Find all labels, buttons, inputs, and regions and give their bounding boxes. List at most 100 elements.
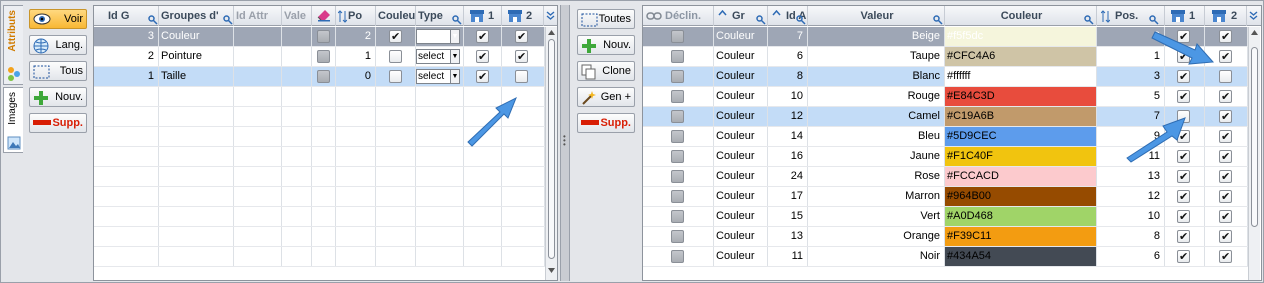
type-select[interactable]: select ▼ [416, 69, 460, 84]
col-value[interactable]: Vale [282, 6, 312, 26]
left-vertical-scrollbar[interactable] [545, 27, 557, 280]
col-pos[interactable]: Pos. [1097, 6, 1165, 26]
table-row[interactable]: 1 Taille 0 select ▼ [94, 67, 545, 87]
col-id-attr-right[interactable]: Id A [768, 6, 808, 26]
table-row[interactable]: Couleur 8 Blanc #ffffff 3 [643, 67, 1248, 87]
valeur-cell: Rouge [808, 87, 945, 106]
type-select-value: select [418, 51, 445, 62]
clone-button[interactable]: Clone [577, 61, 635, 81]
type-select[interactable]: select ▼ [416, 49, 460, 64]
shop-2-checkbox[interactable] [1219, 248, 1232, 266]
col-group-name-label: Groupes d' [161, 10, 219, 22]
group-name-cell: Pointure [159, 47, 234, 66]
empty-cell [336, 247, 376, 266]
shop-1-checkbox[interactable] [1177, 88, 1190, 106]
shop-2-checkbox[interactable] [1219, 188, 1232, 206]
shop-2-checkbox[interactable] [515, 48, 528, 66]
lang-button[interactable]: Lang. [29, 35, 87, 55]
table-row[interactable]: Couleur 15 Vert #A0D468 10 [643, 207, 1248, 227]
type-select[interactable]: color ▼ [416, 29, 460, 44]
shop-1-checkbox[interactable] [1177, 68, 1190, 86]
col-shop-2[interactable]: 2 [502, 6, 544, 26]
table-row[interactable]: 3Couleur 2 color ▼ [94, 27, 545, 47]
shop-2-checkbox[interactable] [515, 70, 528, 83]
right-scroll-thumb[interactable] [1251, 47, 1258, 227]
shop-2-checkbox[interactable] [1219, 108, 1232, 126]
table-row[interactable]: Couleur 10 Rouge #E84C3D 5 [643, 87, 1248, 107]
col-shop-1-right[interactable]: 1 [1165, 6, 1205, 26]
search-icon [796, 15, 806, 25]
col-id-group[interactable]: Id G [94, 6, 159, 26]
empty-cell [159, 87, 234, 106]
minus-icon [33, 120, 51, 125]
shop-2-checkbox[interactable] [1219, 208, 1232, 226]
empty-cell [282, 187, 312, 206]
gen-button[interactable]: Gen + [577, 87, 635, 107]
shop-2-checkbox[interactable] [515, 28, 528, 46]
col-chooser-right[interactable] [1247, 6, 1261, 26]
shop-1-checkbox[interactable] [476, 48, 489, 66]
couleur-checkbox[interactable] [389, 70, 402, 83]
shop-1-checkbox[interactable] [476, 68, 489, 86]
col-id-attr[interactable]: Id Attr [234, 6, 282, 26]
col-couleur-right[interactable]: Couleur [945, 6, 1097, 26]
col-delete[interactable] [312, 6, 336, 26]
shop-1-checkbox[interactable] [1177, 168, 1190, 186]
search-icon [933, 15, 943, 25]
table-row[interactable]: Couleur 11 Noir #434A54 6 [643, 247, 1248, 267]
couleur-checkbox[interactable] [389, 50, 402, 63]
col-position[interactable]: Po [336, 6, 376, 26]
col-type-label: Type [418, 10, 443, 22]
shop-1-checkbox[interactable] [1177, 188, 1190, 206]
shop-2-checkbox[interactable] [1219, 88, 1232, 106]
id-attr-cell: 15 [768, 207, 808, 226]
shop-2-checkbox[interactable] [1219, 168, 1232, 186]
valeur-cell: Marron [808, 187, 945, 206]
declin-cell [643, 107, 714, 126]
nouv-button[interactable]: Nouv. [29, 87, 87, 107]
empty-cell [376, 187, 416, 206]
shop-1-checkbox[interactable] [1177, 248, 1190, 266]
table-row[interactable]: 2 Pointure 1 select ▼ [94, 47, 545, 67]
supp-button[interactable]: Supp. [29, 113, 87, 133]
col-valeur[interactable]: Valeur [808, 6, 945, 26]
attribute-values-header: Déclin. Gr Id A Valeur Couleur Pos. 1 2 [643, 6, 1261, 26]
shop-2-checkbox[interactable] [1219, 228, 1232, 246]
tous-button[interactable]: Tous [29, 61, 87, 81]
table-row[interactable]: Couleur 13 Orange #F39C11 8 [643, 227, 1248, 247]
panel-splitter[interactable]: • • • [560, 5, 570, 281]
empty-cell [312, 247, 336, 266]
decl-nouv-button[interactable]: Nouv. [577, 35, 635, 55]
shop-1-checkbox[interactable] [1177, 228, 1190, 246]
tab-attributs[interactable]: Attributs [3, 5, 23, 85]
col-chooser[interactable] [544, 6, 557, 26]
empty-cell [159, 207, 234, 226]
col-shop-2-right[interactable]: 2 [1205, 6, 1247, 26]
col-shop-1[interactable]: 1 [464, 6, 502, 26]
left-scroll-thumb[interactable] [548, 39, 555, 259]
search-icon [756, 15, 766, 25]
right-vertical-scrollbar[interactable] [1248, 27, 1260, 280]
decl-supp-button[interactable]: Supp. [577, 113, 635, 133]
empty-cell [336, 227, 376, 246]
shop-1-checkbox[interactable] [1177, 208, 1190, 226]
col-group-name[interactable]: Groupes d' [159, 6, 234, 26]
pos-cell: 6 [1097, 247, 1165, 266]
tab-attributs-label: Attributs [7, 10, 18, 52]
col-declin[interactable]: Déclin. [643, 6, 714, 26]
shop-1-checkbox[interactable] [476, 28, 489, 46]
couleur-checkbox[interactable] [389, 28, 402, 46]
empty-cell [376, 207, 416, 226]
shop-2-checkbox[interactable] [1219, 128, 1232, 146]
empty-cell [282, 127, 312, 146]
shop-2-checkbox[interactable] [1219, 70, 1232, 83]
col-type[interactable]: Type [416, 6, 464, 26]
table-row[interactable]: Couleur 17 Marron #964B00 12 [643, 187, 1248, 207]
tab-images[interactable]: Images [3, 87, 23, 153]
voir-button[interactable]: Voir [29, 9, 87, 29]
shop-2-checkbox[interactable] [1219, 148, 1232, 166]
toutes-button[interactable]: Toutes [577, 9, 635, 29]
col-couleur[interactable]: Couleu [376, 6, 416, 26]
col-gr[interactable]: Gr [714, 6, 768, 26]
table-row[interactable]: Couleur 24 Rose #FCCACD 13 [643, 167, 1248, 187]
